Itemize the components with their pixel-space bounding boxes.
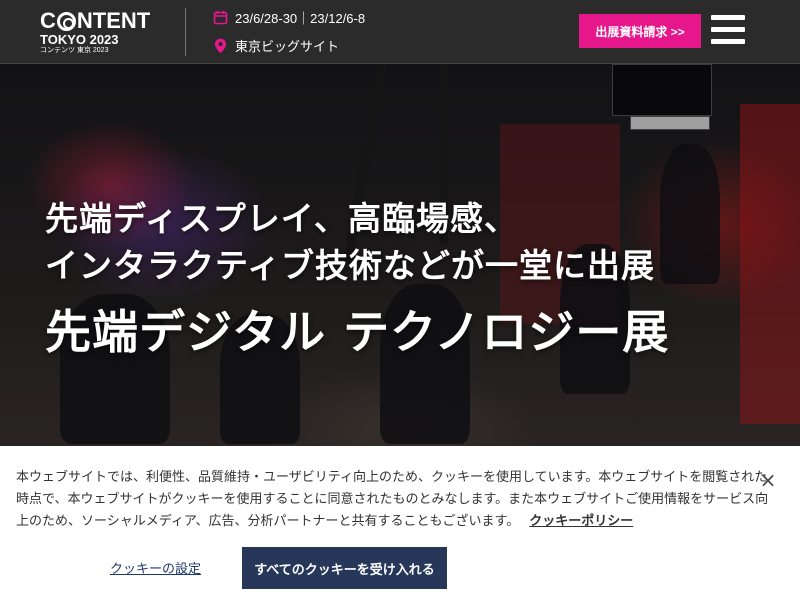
cookie-settings-link[interactable]: クッキーの設定 — [110, 558, 201, 577]
logo-subtitle: TOKYO 2023 — [40, 32, 119, 47]
logo-caption: コンテンツ 東京 2023 — [40, 47, 109, 54]
accept-all-cookies-button[interactable]: すべてのクッキーを受け入れる — [242, 547, 447, 589]
event-venue: 東京ビッグサイト — [212, 36, 339, 55]
logo-o-icon — [56, 11, 76, 31]
hero-tagline-line-2: インタラクティブ技術などが一堂に出展 — [45, 246, 656, 285]
close-icon[interactable]: × — [758, 470, 778, 490]
menu-bar — [711, 15, 745, 20]
hero-title: 先端デジタル テクノロジー展 — [45, 305, 670, 359]
hamburger-menu-icon[interactable] — [711, 13, 745, 47]
request-exhibit-materials-button[interactable]: 出展資料請求 >> — [579, 14, 701, 48]
site-header: C NTENT TOKYO 2023 コンテンツ 東京 2023 23/6/28-… — [0, 0, 800, 64]
event-dates: 23/6/28-30｜23/12/6-8 — [212, 8, 365, 27]
menu-bar — [711, 39, 745, 44]
hero-banner: 先端ディスプレイ、高臨場感、 インタラクティブ技術などが一堂に出展 先端デジタル… — [0, 64, 800, 446]
hero-tagline-line-1: 先端ディスプレイ、高臨場感、 — [45, 199, 519, 238]
cookie-consent-banner: 本ウェブサイトでは、利便性、品質維持・ユーザビリティ向上のため、クッキーを使用し… — [0, 446, 800, 600]
header-divider — [185, 8, 186, 56]
event-dates-text: 23/6/28-30｜23/12/6-8 — [235, 11, 366, 26]
logo-wordmark: C NTENT — [40, 8, 151, 33]
cookie-policy-link[interactable]: クッキーポリシー — [529, 513, 633, 528]
map-pin-icon — [212, 38, 228, 54]
cookie-message: 本ウェブサイトでは、利便性、品質維持・ユーザビリティ向上のため、クッキーを使用し… — [16, 469, 769, 528]
calendar-icon — [212, 10, 228, 26]
menu-bar — [711, 27, 745, 32]
content-tokyo-logo[interactable]: C NTENT TOKYO 2023 コンテンツ 東京 2023 — [40, 10, 160, 55]
event-venue-text: 東京ビッグサイト — [235, 39, 340, 54]
